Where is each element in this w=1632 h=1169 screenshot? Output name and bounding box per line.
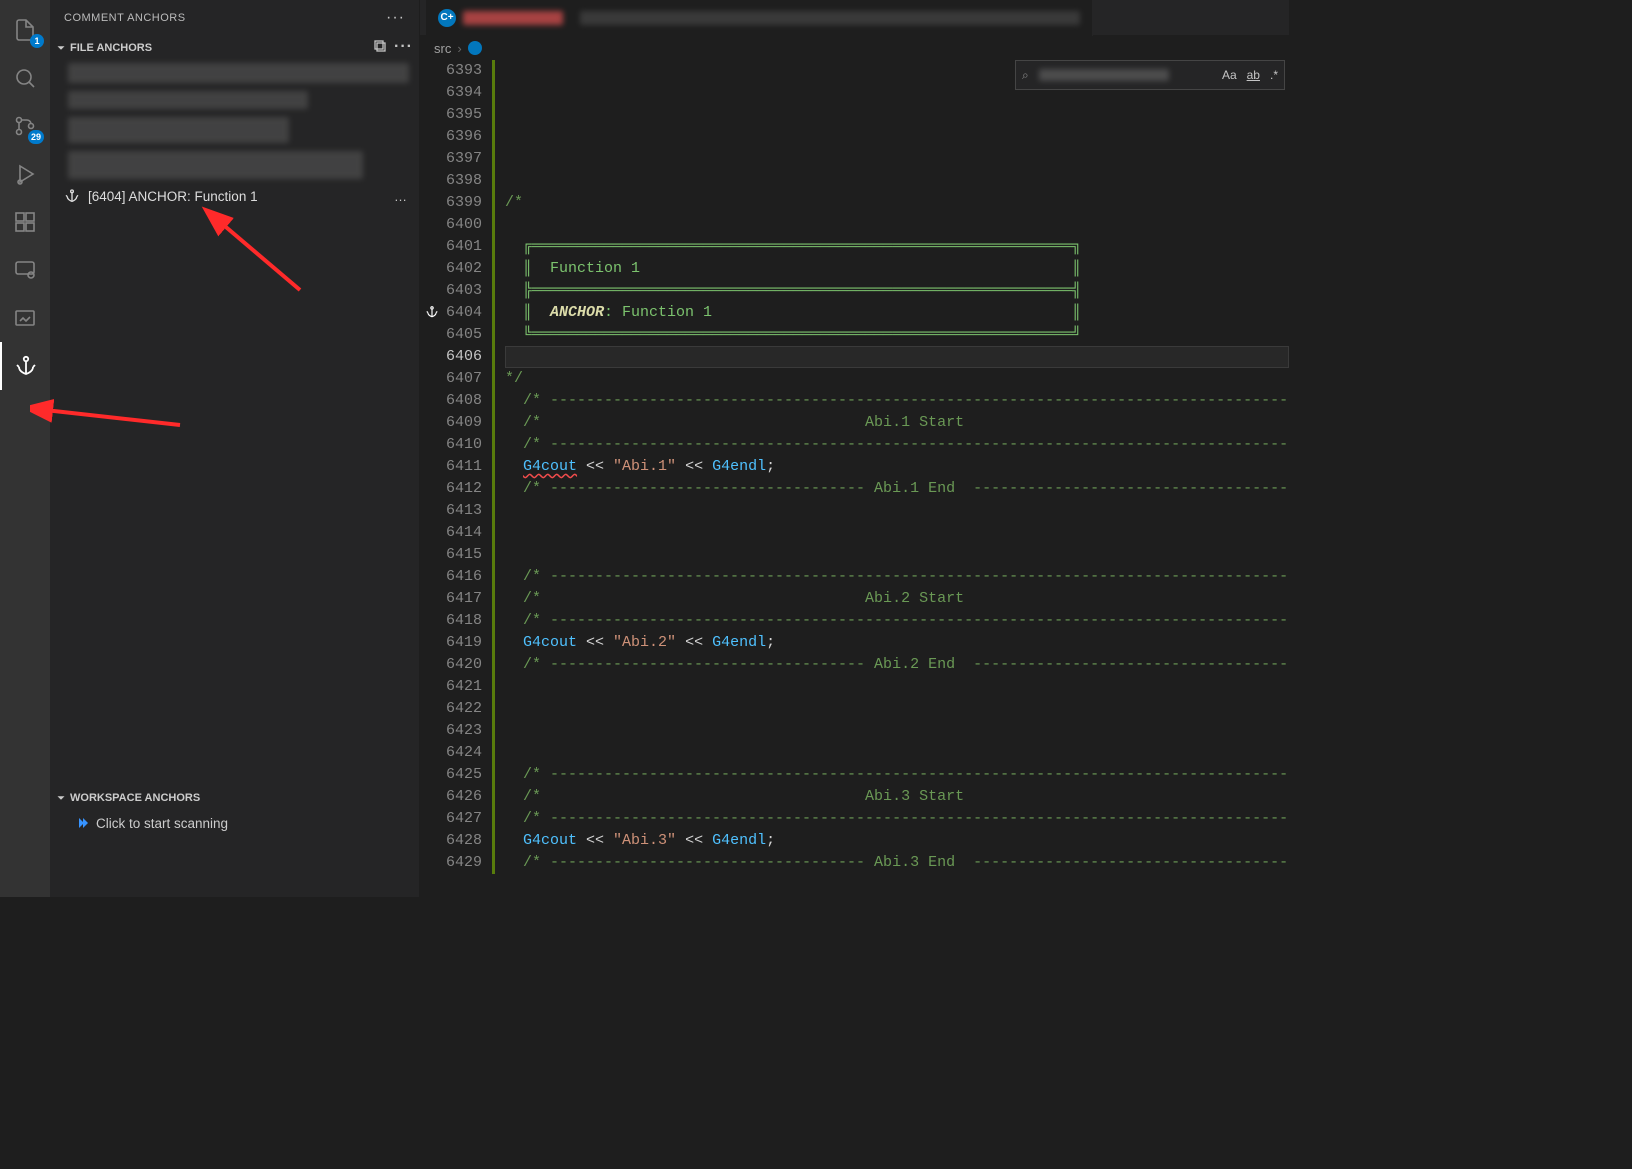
source-control-icon[interactable]: 29 bbox=[0, 102, 50, 150]
redacted-path bbox=[580, 11, 1080, 25]
file-anchors-label: FILE ANCHORS bbox=[70, 42, 152, 54]
copy-icon[interactable] bbox=[372, 38, 388, 57]
explorer-icon[interactable]: 1 bbox=[0, 6, 50, 54]
line-number-gutter: 6393639463956396639763986399640064016402… bbox=[442, 60, 492, 897]
redacted-item bbox=[68, 151, 363, 179]
anchor-item-label: [6404] ANCHOR: Function 1 bbox=[88, 189, 382, 204]
breadcrumb-seg[interactable]: src bbox=[434, 41, 451, 56]
scan-link[interactable]: Click to start scanning bbox=[50, 809, 419, 837]
redacted-item bbox=[68, 63, 409, 83]
image-icon[interactable] bbox=[0, 294, 50, 342]
anchor-list-item[interactable]: [6404] ANCHOR: Function 1 … bbox=[50, 183, 419, 209]
anchor-item-more-icon[interactable]: … bbox=[390, 189, 411, 204]
chevron-down-icon bbox=[54, 791, 68, 805]
section-more-icon[interactable]: ··· bbox=[394, 38, 413, 57]
comment-anchors-icon[interactable] bbox=[0, 342, 50, 390]
explorer-badge: 1 bbox=[30, 34, 44, 48]
breadcrumb-separator: › bbox=[457, 41, 461, 56]
breadcrumb[interactable]: src › bbox=[420, 36, 1289, 60]
chevron-down-icon bbox=[54, 41, 68, 55]
editor-tab-bar: C+ bbox=[420, 0, 1289, 36]
editor-group: C+ src › ⌕ Aa ab .* 63936394639563966397… bbox=[420, 0, 1289, 897]
scm-badge: 29 bbox=[28, 130, 44, 144]
workspace-anchors-header[interactable]: WORKSPACE ANCHORS bbox=[50, 786, 419, 809]
panel-title: COMMENT ANCHORS bbox=[64, 12, 186, 24]
cpp-file-icon bbox=[468, 41, 482, 55]
search-icon[interactable] bbox=[0, 54, 50, 102]
redacted-filename bbox=[463, 11, 563, 25]
activity-bar: 1 29 bbox=[0, 0, 50, 897]
redacted-item bbox=[68, 91, 308, 109]
panel-title-row: COMMENT ANCHORS ··· bbox=[50, 0, 419, 36]
scan-link-label: Click to start scanning bbox=[96, 816, 228, 831]
extensions-icon[interactable] bbox=[0, 198, 50, 246]
remote-icon[interactable] bbox=[0, 246, 50, 294]
redacted-item bbox=[68, 117, 289, 143]
run-debug-icon[interactable] bbox=[0, 150, 50, 198]
file-anchors-header[interactable]: FILE ANCHORS ··· bbox=[50, 36, 419, 59]
cpp-file-icon: C+ bbox=[438, 9, 456, 27]
code-editor[interactable]: 6393639463956396639763986399640064016402… bbox=[420, 60, 1289, 897]
sidebar-panel: COMMENT ANCHORS ··· FILE ANCHORS ··· [64… bbox=[50, 0, 420, 897]
panel-more-icon[interactable]: ··· bbox=[386, 9, 405, 27]
workspace-anchors-label: WORKSPACE ANCHORS bbox=[70, 792, 200, 804]
editor-tab[interactable]: C+ bbox=[426, 0, 1093, 36]
